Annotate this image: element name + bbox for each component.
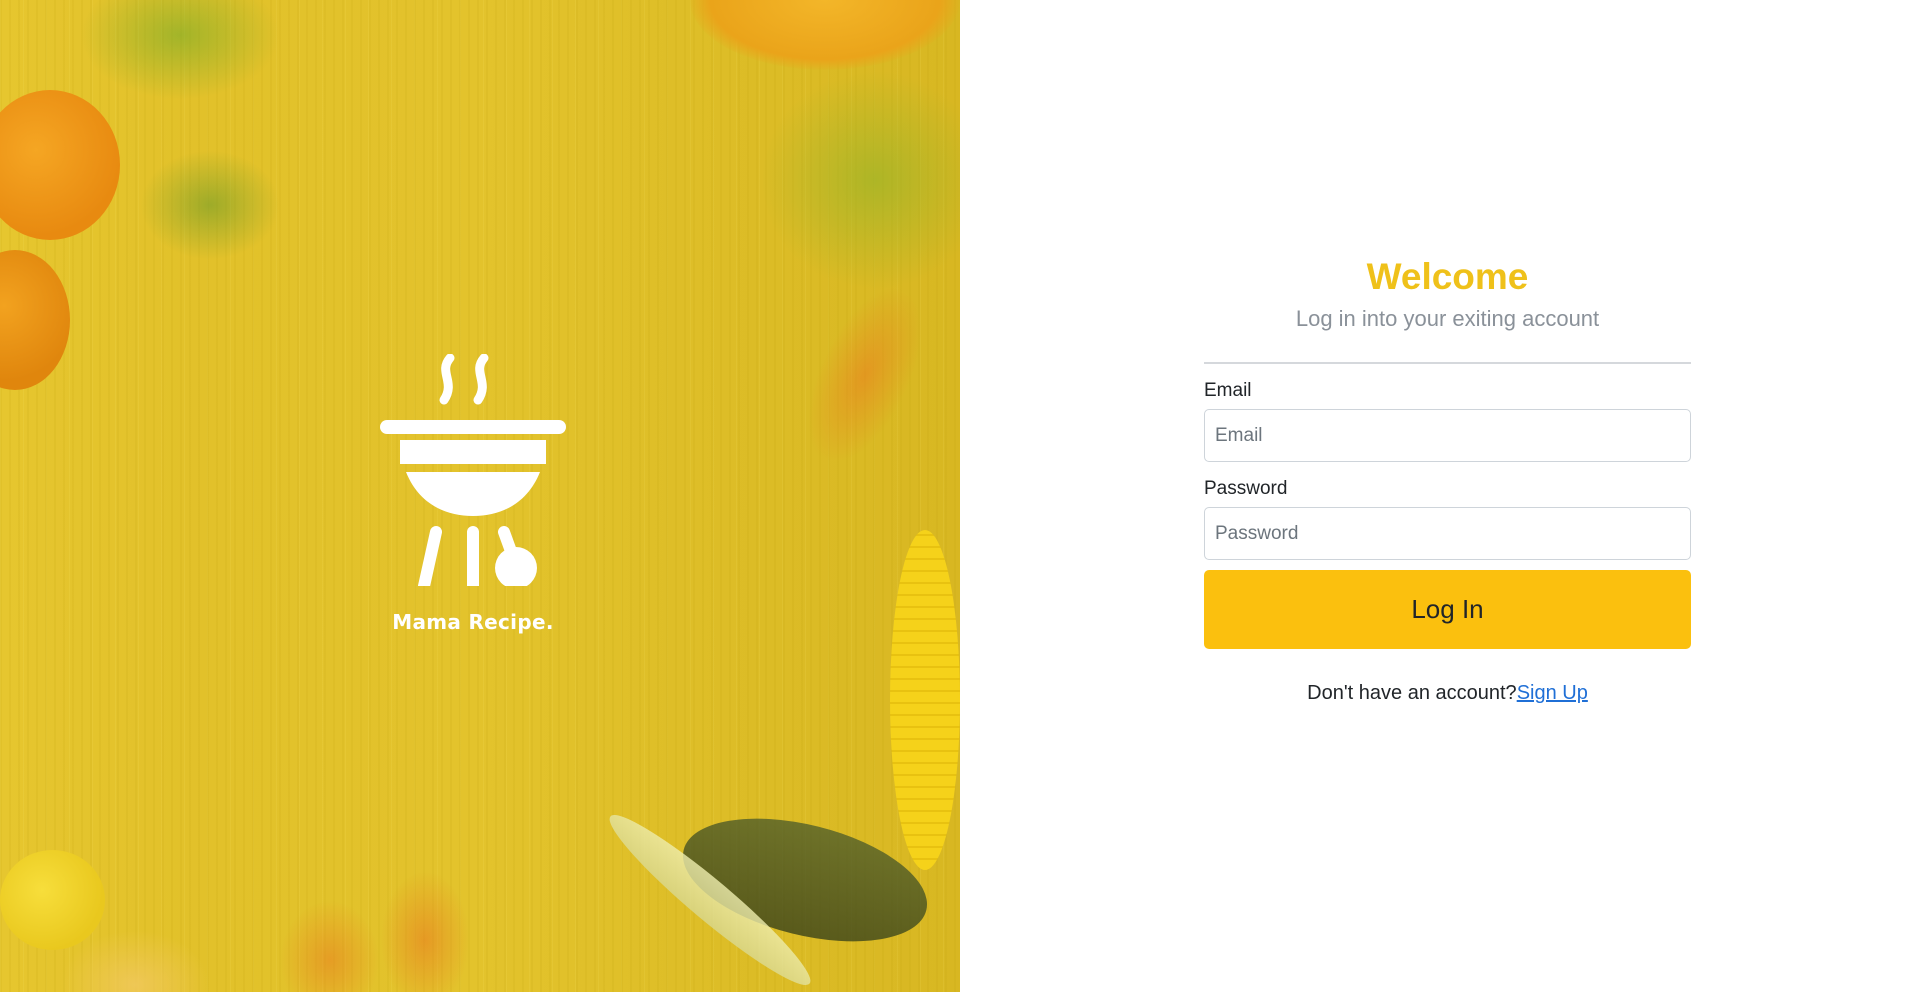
signup-prompt: Don't have an account?	[1307, 682, 1517, 704]
login-form: Welcome Log in into your exiting account…	[1204, 250, 1691, 705]
login-button[interactable]: Log In	[1204, 570, 1691, 649]
lemon-decoration	[0, 850, 105, 950]
page-title: Welcome	[1366, 256, 1529, 297]
crayfish-decoration	[784, 269, 946, 481]
hero-background-panel: Mama Recipe.	[0, 0, 960, 992]
citrus-decoration	[690, 0, 960, 70]
barbecue-grill-icon	[380, 354, 566, 586]
parsley-leaf-decoration	[140, 150, 280, 260]
corn-decoration	[890, 530, 960, 870]
password-field[interactable]	[1204, 507, 1691, 560]
tomato-decoration	[0, 250, 70, 390]
brand-name: Mama Recipe.	[392, 610, 554, 634]
crayfish-decoration	[280, 900, 380, 992]
crayfish-decoration	[380, 870, 470, 992]
brand-logo: Mama Recipe.	[378, 354, 568, 634]
page-subtitle: Log in into your exiting account	[1295, 306, 1600, 331]
signup-link[interactable]: Sign Up	[1517, 682, 1588, 704]
lettuce-decoration	[760, 70, 960, 290]
password-label: Password	[1204, 478, 1288, 499]
parsley-leaf-decoration	[80, 0, 280, 100]
email-field[interactable]	[1204, 409, 1691, 462]
tomato-decoration	[0, 90, 120, 240]
divider	[1204, 362, 1691, 364]
email-label: Email	[1204, 380, 1252, 401]
signup-row: Don't have an account?Sign Up	[1204, 682, 1691, 705]
login-panel: Welcome Log in into your exiting account…	[960, 0, 1920, 992]
